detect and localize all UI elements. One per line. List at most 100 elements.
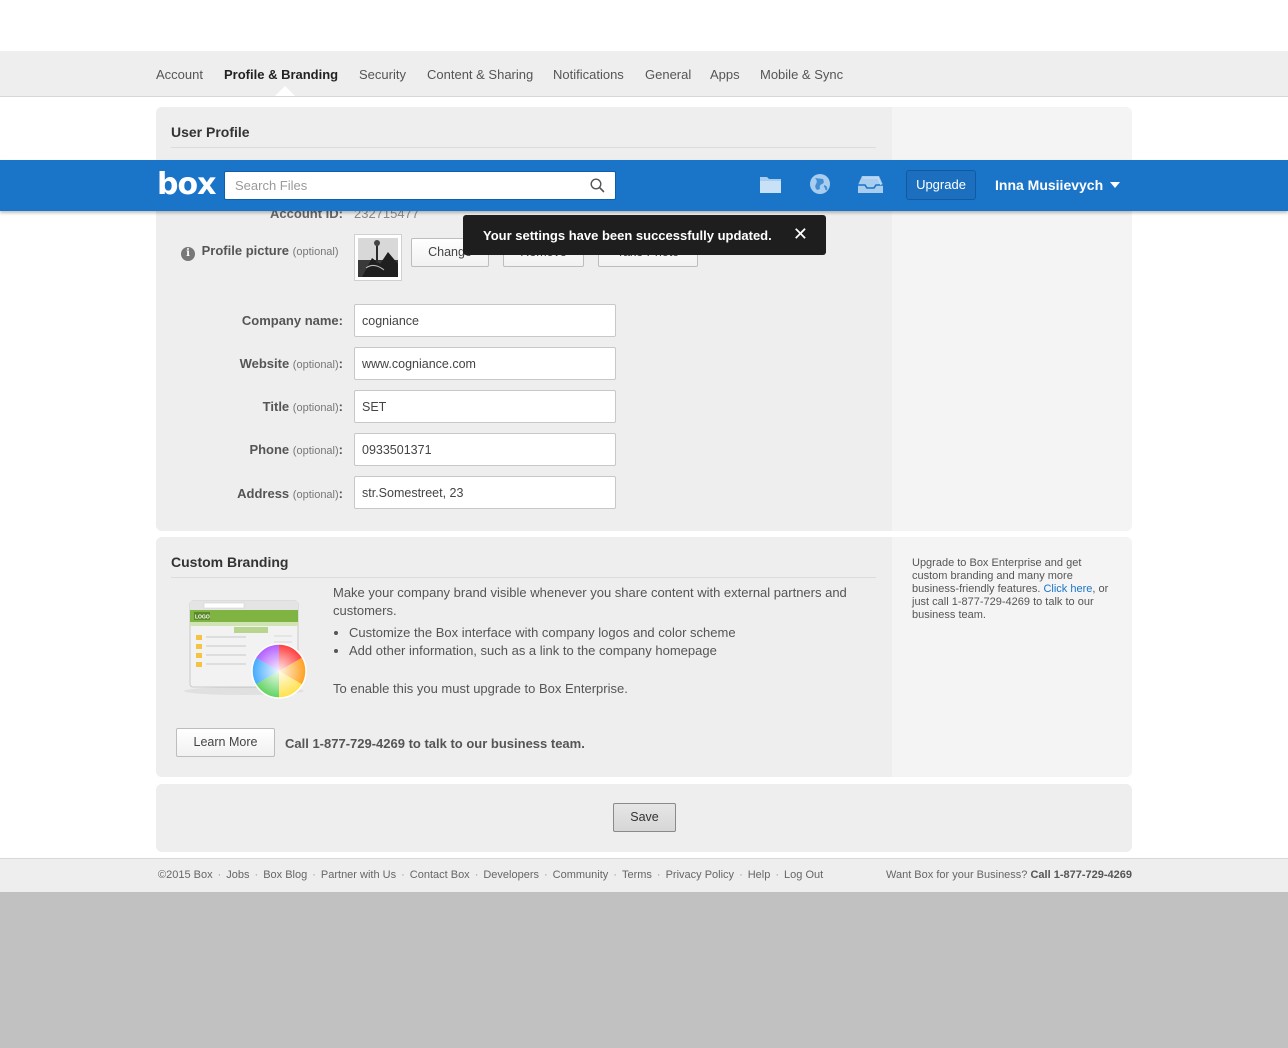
branding-description-block: Make your company brand visible whenever…	[333, 584, 873, 698]
page: Account Profile & Branding Security Cont…	[0, 0, 1288, 892]
optional-hint: (optional)	[292, 402, 339, 414]
phone-field[interactable]	[354, 433, 616, 466]
website-label: Website	[239, 356, 290, 371]
close-icon[interactable]: ✕	[793, 224, 808, 245]
footer-link-blog[interactable]: Box Blog	[263, 869, 307, 881]
separator: ·	[217, 869, 222, 881]
upgrade-button[interactable]: Upgrade	[906, 170, 976, 200]
profile-picture-label: Profile picture	[201, 243, 290, 258]
tab-general[interactable]: General	[645, 67, 691, 82]
enable-note: To enable this you must upgrade to Box E…	[333, 681, 628, 696]
label-colon: :	[338, 486, 343, 501]
top-navigation-bar: box Upgrade Inna Musiievych	[0, 160, 1288, 211]
branding-illustration: LOGO	[174, 597, 310, 701]
phone-label: Phone	[249, 442, 290, 457]
address-label: Address	[237, 486, 290, 501]
tab-notifications[interactable]: Notifications	[553, 67, 624, 82]
profile-photo-image	[358, 238, 398, 277]
folder-icon[interactable]	[759, 174, 782, 194]
footer-link-jobs[interactable]: Jobs	[226, 869, 249, 881]
address-label-group: Address (optional):	[237, 486, 343, 501]
branding-illustration-graphic: LOGO	[184, 600, 307, 699]
footer-link-developers[interactable]: Developers	[483, 869, 539, 881]
separator: ·	[474, 869, 479, 881]
user-name: Inna Musiievych	[995, 177, 1104, 193]
branding-description: Make your company brand visible whenever…	[333, 585, 847, 618]
separator: ·	[656, 869, 661, 881]
separator: ·	[312, 869, 316, 881]
illustration-logo-text: LOGO	[195, 615, 210, 621]
tab-security[interactable]: Security	[359, 67, 406, 82]
learn-more-button[interactable]: Learn More	[176, 728, 275, 757]
footer-links: ©2015 Box · Jobs · Box Blog · Partner with Us ·…	[158, 869, 823, 881]
footer-business-note: Want Box for your Business? Call 1-877-7…	[886, 869, 1132, 881]
settings-tab-bar: Account Profile & Branding Security Cont…	[0, 51, 1288, 97]
upgrade-note: Upgrade to Box Enterprise and get custom…	[912, 557, 1117, 622]
tab-profile-branding[interactable]: Profile & Branding	[224, 67, 338, 82]
custom-branding-panel: Custom Branding LOGO Make your company b…	[156, 537, 1132, 777]
optional-hint: (optional)	[292, 359, 339, 371]
footer: ©2015 Box · Jobs · Box Blog · Partner with Us ·…	[0, 858, 1288, 892]
search-icon[interactable]	[590, 178, 605, 193]
tab-apps[interactable]: Apps	[710, 67, 740, 82]
save-panel: Save	[156, 784, 1132, 852]
tab-mobile-sync[interactable]: Mobile & Sync	[760, 67, 843, 82]
info-icon[interactable]: i	[181, 247, 195, 261]
branding-feature-list: Customize the Box interface with company…	[333, 624, 873, 660]
separator: ·	[613, 869, 617, 881]
business-question: Want Box for your Business?	[885, 869, 1028, 881]
footer-link-terms[interactable]: Terms	[622, 869, 652, 881]
chevron-down-icon	[1110, 182, 1121, 188]
footer-link-partner[interactable]: Partner with Us	[321, 869, 396, 881]
footer-link-logout[interactable]: Log Out	[784, 869, 823, 881]
footer-link-help[interactable]: Help	[748, 869, 771, 881]
separator: ·	[775, 869, 780, 881]
user-menu[interactable]: Inna Musiievych	[995, 177, 1121, 193]
separator: ·	[254, 869, 259, 881]
section-title-custom-branding: Custom Branding	[171, 554, 289, 570]
footer-copyright: ©2015 Box	[158, 869, 213, 881]
label-colon: :	[338, 442, 343, 457]
label-colon: :	[338, 356, 343, 371]
list-item: Customize the Box interface with company…	[349, 624, 873, 642]
website-label-group: Website (optional):	[240, 356, 343, 371]
optional-hint: (optional)	[292, 445, 339, 457]
address-field[interactable]	[354, 476, 616, 509]
custom-branding-main: Custom Branding LOGO Make your company b…	[156, 537, 892, 777]
separator: ·	[739, 869, 743, 881]
section-title-user-profile: User Profile	[171, 124, 250, 140]
search-input[interactable]	[225, 172, 575, 199]
separator: ·	[544, 869, 548, 881]
search-box	[224, 171, 616, 200]
footer-link-community[interactable]: Community	[553, 869, 609, 881]
footer-link-privacy[interactable]: Privacy Policy	[666, 869, 734, 881]
title-field[interactable]	[354, 390, 616, 423]
box-logo[interactable]: box	[157, 170, 216, 200]
profile-picture-label-group: i Profile picture (optional)	[181, 243, 339, 261]
website-field[interactable]	[354, 347, 616, 380]
profile-picture-thumbnail	[354, 234, 402, 281]
optional-hint: (optional)	[292, 246, 339, 258]
custom-branding-sidebar: Upgrade to Box Enterprise and get custom…	[892, 537, 1132, 777]
title-label-group: Title (optional):	[263, 399, 343, 414]
company-label: Company name:	[241, 313, 343, 328]
separator: ·	[401, 869, 405, 881]
list-item: Add other information, such as a link to…	[349, 642, 873, 660]
toast-message: Your settings have been successfully upd…	[483, 228, 772, 243]
success-toast: Your settings have been successfully upd…	[463, 215, 826, 255]
tab-account[interactable]: Account	[156, 67, 203, 82]
globe-icon[interactable]	[809, 173, 831, 195]
business-call: Call 1-877-729-4269	[1030, 869, 1132, 881]
inbox-icon[interactable]	[857, 174, 884, 194]
footer-link-contact[interactable]: Contact Box	[410, 869, 470, 881]
divider	[171, 147, 876, 148]
tab-content-sharing[interactable]: Content & Sharing	[427, 67, 533, 82]
phone-label-group: Phone (optional):	[249, 442, 343, 457]
save-button-label: Save	[630, 810, 659, 824]
save-button[interactable]: Save	[613, 803, 676, 832]
color-wheel	[251, 643, 307, 699]
active-tab-indicator	[275, 86, 295, 96]
title-label: Title	[262, 399, 290, 414]
click-here-link[interactable]: Click here	[1043, 583, 1092, 595]
company-name-field[interactable]	[354, 304, 616, 337]
